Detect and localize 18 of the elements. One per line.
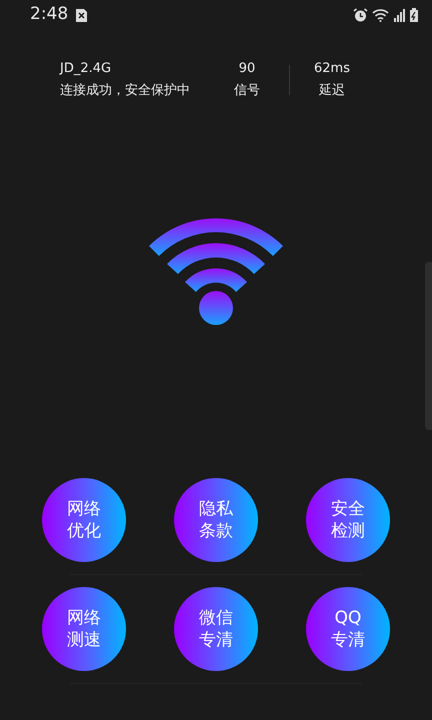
- connection-status: 连接成功，安全保护中: [60, 82, 191, 100]
- signal-label: 信号: [233, 82, 261, 100]
- status-time: 2:48: [30, 3, 68, 26]
- latency-value: 62ms: [313, 60, 351, 78]
- action-button[interactable]: 安全 检测: [306, 478, 390, 562]
- action-button[interactable]: 隐私 条款: [174, 478, 258, 562]
- wifi-icon: [372, 8, 390, 22]
- battery-icon: [410, 8, 418, 22]
- action-button[interactable]: 网络 测速: [42, 587, 126, 671]
- action-button[interactable]: 网络 优化: [42, 478, 126, 562]
- network-name: JD_2.4G: [60, 60, 112, 78]
- action-button[interactable]: 微信 专清: [174, 587, 258, 671]
- action-button[interactable]: QQ 专清: [306, 587, 390, 671]
- signal-value: 90: [238, 60, 256, 78]
- sim-card-icon: [76, 8, 88, 22]
- signal-icon: [394, 8, 406, 22]
- alarm-icon: [353, 8, 368, 22]
- latency-label: 延迟: [318, 82, 346, 100]
